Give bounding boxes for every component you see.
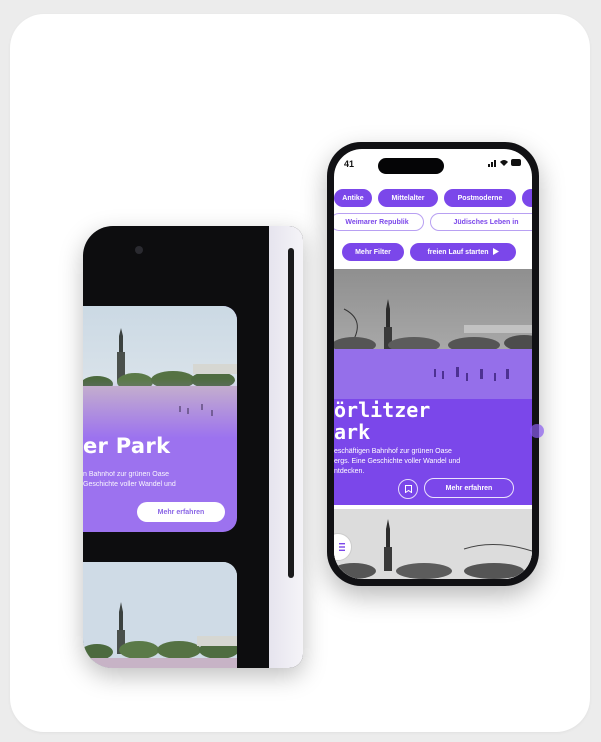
left-phone-mockup: er Park n Bahnhof zur grünen Oase Geschi… <box>83 226 303 668</box>
right-phone-mockup: 41 Antike Mittelalter Postmoderne Weimar… <box>327 142 539 586</box>
card-desc-line: Geschichte voller Wandel und <box>83 481 176 488</box>
presentation-card: er Park n Bahnhof zur grünen Oase Geschi… <box>10 14 590 732</box>
park-photo <box>334 509 532 579</box>
signal-wifi-battery-icon <box>488 158 522 169</box>
next-location-image <box>334 509 532 579</box>
hero-description: eschäftigen Bahnhof zur grünen Oase ergs… <box>334 447 524 477</box>
card-description: n Bahnhof zur grünen Oase Geschichte vol… <box>83 470 203 490</box>
camera-icon <box>135 246 143 254</box>
chip-weimarer-republik[interactable]: Weimarer Republik <box>334 213 424 231</box>
hero-title-line: ark <box>334 420 371 444</box>
more-info-button[interactable]: Mehr erfahren <box>424 478 514 498</box>
bookmark-icon <box>404 480 412 498</box>
chip-more[interactable] <box>522 189 532 207</box>
app-screen: 41 Antike Mittelalter Postmoderne Weimar… <box>334 149 532 579</box>
hero-title-line: örlitzer <box>334 398 431 422</box>
more-filter-button[interactable]: Mehr Filter <box>342 243 404 261</box>
more-filter-label: Mehr Filter <box>355 248 391 256</box>
era-filter-row: Antike Mittelalter Postmoderne <box>334 189 532 207</box>
status-time: 41 <box>344 159 355 169</box>
phone-edge <box>288 248 294 578</box>
hero-title: örlitzer ark <box>334 399 532 443</box>
park-image <box>83 306 237 438</box>
theme-filter-row: Weimarer Republik Jüdisches Leben in <box>334 213 532 231</box>
more-info-button[interactable]: Mehr erfahren <box>137 502 225 522</box>
hero-desc-line: ntdecken. <box>334 468 365 475</box>
free-run-button[interactable]: freien Lauf starten <box>410 243 516 261</box>
dynamic-island <box>378 158 444 174</box>
card-desc-line: n Bahnhof zur grünen Oase <box>83 471 170 478</box>
park-image <box>83 562 237 668</box>
decorative-blob <box>530 424 544 438</box>
chip-juedisches-leben[interactable]: Jüdisches Leben in <box>430 213 532 231</box>
card-title: er Park <box>83 434 171 458</box>
menu-icon <box>339 538 345 556</box>
free-run-label: freien Lauf starten <box>427 248 489 256</box>
location-card[interactable] <box>83 562 237 668</box>
side-panel <box>269 226 303 668</box>
hero-desc-line: eschäftigen Bahnhof zur grünen Oase <box>334 448 452 455</box>
play-icon <box>492 247 499 257</box>
chip-mittelalter[interactable]: Mittelalter <box>378 189 438 207</box>
hero-desc-line: ergs. Eine Geschichte voller Wandel und <box>334 458 461 465</box>
bookmark-button[interactable] <box>398 479 418 499</box>
chip-antike[interactable]: Antike <box>334 189 372 207</box>
status-bar: 41 <box>334 149 532 177</box>
chip-postmoderne[interactable]: Postmoderne <box>444 189 516 207</box>
location-card[interactable]: er Park n Bahnhof zur grünen Oase Geschi… <box>83 306 237 532</box>
